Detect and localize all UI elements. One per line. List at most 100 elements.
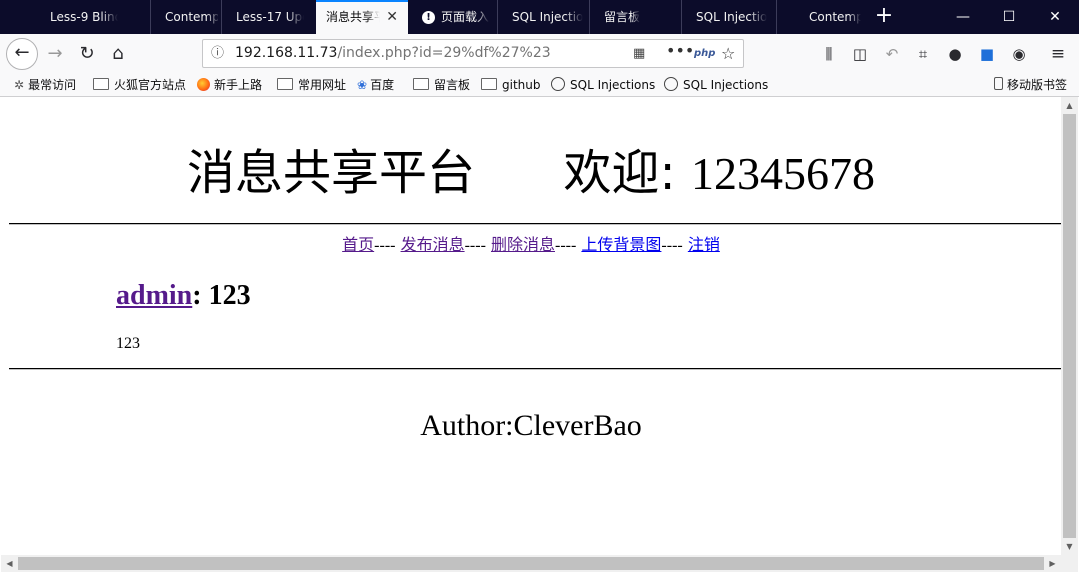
tab-title: 消息共享平	[326, 10, 380, 24]
site-header: 消息共享平台 欢迎: 12345678	[1, 137, 1061, 210]
bookmark-label: 最常访问	[28, 78, 77, 92]
scroll-right-icon[interactable]: ▶	[1044, 555, 1061, 572]
back-button[interactable]: ←	[6, 38, 38, 70]
info-icon[interactable]: ⓘ	[211, 40, 224, 67]
url-host: 192.168.11.73	[235, 45, 338, 61]
message-separator: :	[192, 280, 202, 311]
message-title: 123	[208, 280, 251, 311]
tab-title: Contemp	[165, 10, 218, 24]
menu-icon[interactable]: ≡	[1046, 42, 1070, 66]
nav-separator: ----	[661, 237, 683, 254]
tab-title: Less-17 Upd	[236, 10, 304, 24]
minimize-button[interactable]: —	[940, 0, 986, 34]
mobile-icon	[994, 77, 1003, 90]
extension-z-icon[interactable]: ■	[975, 42, 999, 66]
globe-icon	[664, 77, 678, 91]
nav-home-link[interactable]: 首页	[342, 235, 374, 254]
forward-button[interactable]: →	[40, 39, 70, 69]
nav-upload-background-link[interactable]: 上传背景图	[581, 235, 661, 254]
baidu-icon: ❀	[357, 78, 368, 92]
tab-title: Less-9 Blind	[50, 10, 118, 24]
url-path: /index.php?id=29%df%27%23	[337, 45, 551, 61]
bookmark-baidu[interactable]: ❀ 百度	[357, 76, 394, 94]
scroll-down-icon[interactable]: ▼	[1061, 538, 1078, 555]
welcome-username: 12345678	[691, 148, 875, 199]
bookmark-firefox-official[interactable]: 火狐官方站点	[93, 76, 186, 94]
mobile-bookmarks-label: 移动版书签	[1007, 78, 1068, 92]
bookmark-label: 常用网址	[298, 78, 347, 92]
maximize-button[interactable]: ☐	[986, 0, 1032, 34]
tab-contemp-1[interactable]: Contemp	[150, 0, 218, 34]
tab-less9[interactable]: Less-9 Blind	[36, 0, 132, 34]
navigation-toolbar: ← → ↻ ⌂ ⓘ 192.168.11.73/index.php?id=29%…	[0, 34, 1079, 74]
globe-icon	[551, 77, 565, 91]
bookmark-github[interactable]: github	[481, 76, 540, 94]
qr-code-icon[interactable]: ▦	[633, 40, 645, 67]
bookmark-label: 新手上路	[214, 78, 263, 92]
bookmark-sql-injections-1[interactable]: SQL Injections	[551, 76, 655, 94]
screenshot-crop-icon[interactable]: ⌗	[911, 42, 935, 66]
warning-icon: !	[422, 11, 435, 24]
page-actions-icon[interactable]: •••	[666, 37, 694, 64]
folder-icon	[481, 78, 497, 90]
bookmark-star-icon[interactable]: ☆	[721, 40, 735, 67]
url-text[interactable]: 192.168.11.73/index.php?id=29%df%27%23	[235, 40, 551, 67]
bookmark-common-sites[interactable]: 常用网址	[277, 76, 346, 94]
new-tab-button[interactable]: +	[868, 0, 900, 34]
message-body: 123	[116, 335, 140, 352]
tab-title: 留言板	[604, 10, 641, 24]
bookmark-sql-injections-2[interactable]: SQL Injections	[664, 76, 768, 94]
tab-active-message-platform[interactable]: 消息共享平 ✕	[316, 0, 408, 34]
folder-icon	[93, 78, 109, 90]
tab-title: 页面载入	[441, 10, 490, 24]
php-extension-icon[interactable]: php	[694, 40, 715, 67]
tab-sql-injection-1[interactable]: SQL Injectio	[497, 0, 589, 34]
nav-delete-message-link[interactable]: 删除消息	[491, 235, 555, 254]
page-content: 消息共享平台 欢迎: 12345678 首页---- 发布消息---- 删除消息…	[1, 97, 1061, 555]
nav-post-message-link[interactable]: 发布消息	[401, 235, 465, 254]
folder-icon	[413, 78, 429, 90]
tab-page-loading[interactable]: ! 页面载入	[408, 0, 496, 34]
vertical-scroll-thumb[interactable]	[1063, 114, 1076, 538]
mobile-bookmarks[interactable]: 移动版书签	[994, 76, 1067, 94]
close-tab-icon[interactable]: ✕	[386, 2, 398, 33]
bookmark-label: SQL Injections	[683, 78, 769, 92]
home-button[interactable]: ⌂	[103, 39, 133, 69]
footer-author: Author:CleverBao	[420, 409, 642, 442]
bookmark-most-visited[interactable]: ✲ 最常访问	[14, 76, 76, 94]
bookmark-label: 留言板	[434, 78, 471, 92]
chat-icon[interactable]: ●	[943, 42, 967, 66]
tab-strip: Less-9 Blind Contemp Less-17 Upd 消息共享平 ✕…	[0, 0, 1079, 34]
vertical-scrollbar[interactable]: ▲ ▼	[1061, 97, 1078, 555]
nav-separator: ----	[374, 237, 396, 254]
circle-extension-icon[interactable]: ◉	[1007, 42, 1031, 66]
reload-button[interactable]: ↻	[72, 39, 102, 69]
nav-logout-link[interactable]: 注销	[688, 235, 720, 254]
tab-less17[interactable]: Less-17 Upd	[221, 0, 313, 34]
tab-title: SQL Injectio	[512, 10, 584, 24]
tab-contemp-2[interactable]: Contemp	[776, 0, 866, 34]
bookmark-label: 百度	[370, 78, 395, 92]
url-bar[interactable]: ⓘ 192.168.11.73/index.php?id=29%df%27%23…	[202, 39, 744, 68]
tab-message-board[interactable]: 留言板	[589, 0, 681, 34]
divider	[9, 223, 1061, 225]
firefox-icon	[197, 78, 210, 91]
tab-title: SQL Injectio	[696, 10, 768, 24]
bookmark-getting-started[interactable]: 新手上路	[197, 76, 262, 94]
nav-separator: ----	[555, 237, 577, 254]
scroll-up-icon[interactable]: ▲	[1061, 97, 1078, 114]
library-icon[interactable]: ⫼	[817, 42, 841, 66]
close-window-button[interactable]: ✕	[1032, 0, 1078, 34]
message-author-link[interactable]: admin	[116, 280, 192, 311]
horizontal-scrollbar[interactable]: ◀ ▶	[1, 555, 1061, 572]
horizontal-scroll-thumb[interactable]	[18, 557, 1044, 570]
bookmark-message-board[interactable]: 留言板	[413, 76, 470, 94]
tab-sql-injection-2[interactable]: SQL Injectio	[681, 0, 773, 34]
site-title: 消息共享平台	[187, 145, 476, 201]
undo-icon[interactable]: ↶	[880, 42, 904, 66]
gear-icon: ✲	[14, 78, 25, 92]
divider	[9, 368, 1061, 370]
scroll-left-icon[interactable]: ◀	[1, 555, 18, 572]
sidebar-icon[interactable]: ◫	[848, 42, 872, 66]
tab-title: Contemp	[809, 10, 861, 24]
